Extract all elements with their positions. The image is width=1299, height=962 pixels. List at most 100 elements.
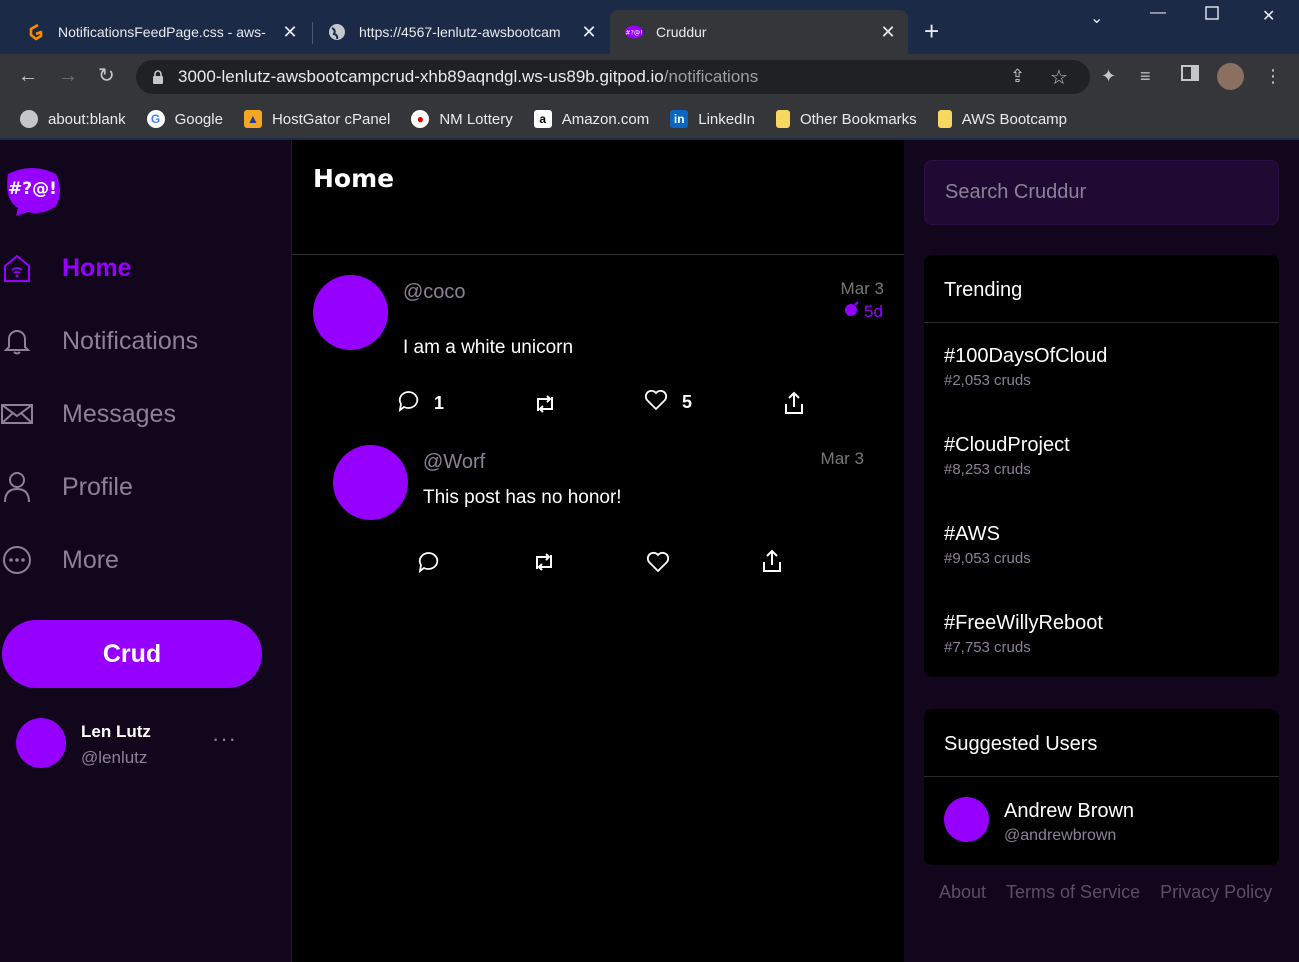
bookmark-star-icon[interactable]: ☆ bbox=[1050, 65, 1068, 90]
bookmark-linkedin[interactable]: in LinkedIn bbox=[670, 110, 755, 128]
trend-name: #FreeWillyReboot bbox=[944, 612, 1103, 634]
profile-card[interactable]: Len Lutz @lenlutz ··· bbox=[16, 718, 276, 772]
close-window-icon[interactable]: ✕ bbox=[1262, 6, 1275, 26]
trend-name: #100DaysOfCloud bbox=[944, 345, 1108, 367]
side-panel-icon[interactable] bbox=[1181, 64, 1199, 88]
activity-handle[interactable]: @coco bbox=[403, 281, 466, 304]
footer-links: About Terms of Service Privacy Policy bbox=[939, 882, 1292, 903]
avatar[interactable] bbox=[944, 797, 989, 842]
footer-link-about[interactable]: About bbox=[939, 882, 986, 903]
hostgator-icon: ▲ bbox=[243, 110, 262, 128]
bookmark-google[interactable]: G Google bbox=[146, 110, 223, 128]
profile-more-button[interactable]: ··· bbox=[212, 726, 237, 752]
share-icon bbox=[761, 549, 783, 578]
bookmark-aws-bootcamp[interactable]: AWS Bootcamp bbox=[937, 110, 1068, 128]
close-tab-icon[interactable]: ✕ bbox=[280, 22, 300, 43]
address-bar[interactable]: 3000-lenlutz-awsbootcampcrud-xhb89aqndgl… bbox=[136, 60, 1090, 94]
cruddur-logo[interactable]: #?@! bbox=[2, 166, 62, 216]
trending-item[interactable]: #CloudProject #8,253 cruds bbox=[944, 434, 1070, 478]
bookmark-label: about:blank bbox=[48, 110, 126, 128]
feed-column: Home @coco Mar 3 5d I am a white unicorn… bbox=[291, 140, 905, 962]
bookmark-amazon[interactable]: a Amazon.com bbox=[533, 110, 649, 128]
trend-count: #8,253 cruds bbox=[944, 461, 1031, 478]
url-path: /notifications bbox=[663, 67, 759, 86]
share-icon bbox=[783, 391, 805, 420]
sidebar-item-home[interactable]: Home bbox=[0, 248, 200, 288]
close-tab-icon[interactable]: ✕ bbox=[579, 22, 599, 43]
more-circle-icon bbox=[0, 543, 34, 577]
trend-count: #2,053 cruds bbox=[944, 372, 1031, 389]
person-icon bbox=[0, 470, 34, 504]
extensions-icon[interactable]: ✦ bbox=[1101, 64, 1116, 88]
browser-profile-avatar[interactable] bbox=[1217, 63, 1244, 90]
crud-button[interactable]: Crud bbox=[2, 620, 262, 688]
trend-count: #9,053 cruds bbox=[944, 550, 1031, 567]
suggested-user-name[interactable]: Andrew Brown bbox=[1004, 800, 1134, 823]
right-sidebar: Trending #100DaysOfCloud #2,053 cruds #C… bbox=[904, 140, 1299, 962]
search-input[interactable] bbox=[924, 160, 1279, 225]
amazon-icon: a bbox=[533, 110, 552, 128]
close-tab-icon[interactable]: ✕ bbox=[878, 22, 898, 43]
repost-button[interactable] bbox=[532, 551, 570, 578]
bomb-icon bbox=[844, 301, 860, 322]
trending-item[interactable]: #FreeWillyReboot #7,753 cruds bbox=[944, 612, 1103, 656]
folder-icon bbox=[937, 110, 952, 128]
avatar[interactable] bbox=[313, 275, 388, 350]
url-text: 3000-lenlutz-awsbootcampcrud-xhb89aqndgl… bbox=[178, 67, 758, 87]
bookmarks-bar: about:blank G Google ▲ HostGator cPanel … bbox=[0, 100, 1299, 138]
minimize-icon[interactable]: — bbox=[1150, 4, 1166, 22]
sidebar-item-label: Notifications bbox=[62, 326, 199, 355]
repost-button[interactable] bbox=[533, 393, 571, 420]
bookmark-hostgator[interactable]: ▲ HostGator cPanel bbox=[243, 110, 391, 128]
avatar bbox=[16, 718, 66, 768]
sidebar-item-more[interactable]: More bbox=[0, 540, 200, 580]
tab-title: https://4567-lenlutz-awsbootcam bbox=[359, 24, 561, 40]
reply-button[interactable] bbox=[418, 551, 454, 578]
like-button[interactable] bbox=[646, 551, 684, 578]
activity-date: Mar 3 bbox=[840, 279, 884, 298]
new-tab-icon[interactable]: + bbox=[924, 18, 939, 44]
activity-item-reply[interactable]: @Worf Mar 3 This post has no honor! bbox=[292, 425, 905, 585]
trend-count: #7,753 cruds bbox=[944, 639, 1031, 656]
maximize-icon[interactable] bbox=[1205, 6, 1219, 25]
share-icon[interactable]: ⇪ bbox=[1010, 66, 1025, 87]
trending-item[interactable]: #AWS #9,053 cruds bbox=[944, 523, 1031, 567]
browser-tab-3-active[interactable]: #?@! Cruddur ✕ bbox=[610, 10, 908, 54]
bookmark-label: AWS Bootcamp bbox=[961, 110, 1068, 128]
trending-title: Trending bbox=[944, 279, 1023, 301]
browser-tab-1[interactable]: NotificationsFeedPage.css - aws- ✕ bbox=[12, 10, 310, 54]
footer-link-privacy[interactable]: Privacy Policy bbox=[1160, 882, 1272, 903]
sidebar-item-notifications[interactable]: Notifications bbox=[0, 321, 220, 361]
activity-handle[interactable]: @Worf bbox=[423, 451, 485, 474]
avatar[interactable] bbox=[333, 445, 408, 520]
browser-tab-2[interactable]: https://4567-lenlutz-awsbootcam ✕ bbox=[313, 10, 609, 54]
browser-menu-icon[interactable]: ⋮ bbox=[1264, 64, 1282, 88]
back-icon[interactable]: ← bbox=[18, 64, 38, 88]
share-button[interactable] bbox=[783, 391, 805, 420]
trending-item[interactable]: #100DaysOfCloud #2,053 cruds bbox=[944, 345, 1107, 389]
like-button[interactable]: 5 bbox=[644, 389, 692, 416]
lock-icon bbox=[152, 70, 164, 84]
bookmark-nm-lottery[interactable]: ● NM Lottery bbox=[411, 110, 513, 128]
bookmark-other-bookmarks[interactable]: Other Bookmarks bbox=[775, 110, 917, 128]
sidebar-item-messages[interactable]: Messages bbox=[0, 394, 200, 434]
globe-icon bbox=[327, 22, 347, 42]
bookmark-label: HostGator cPanel bbox=[271, 110, 391, 128]
tab-search-icon[interactable]: ⌄ bbox=[1090, 8, 1103, 28]
bookmark-about-blank[interactable]: about:blank bbox=[20, 110, 126, 128]
browser-tab-bar: NotificationsFeedPage.css - aws- ✕ https… bbox=[0, 0, 1299, 54]
cruddur-app: #?@! Home Notifications Messages Profile bbox=[0, 140, 1299, 962]
share-button[interactable] bbox=[761, 549, 783, 578]
tab-title: NotificationsFeedPage.css - aws- bbox=[58, 24, 266, 40]
activity-expiry: 5d bbox=[844, 301, 883, 322]
suggested-users-panel: Suggested Users Andrew Brown @andrewbrow… bbox=[924, 709, 1279, 865]
forward-icon[interactable]: → bbox=[58, 64, 78, 88]
left-sidebar: #?@! Home Notifications Messages Profile bbox=[0, 140, 291, 962]
reply-button[interactable]: 1 bbox=[398, 390, 444, 417]
activity-item[interactable]: @coco Mar 3 5d I am a white unicorn 1 5 bbox=[292, 255, 905, 425]
media-queue-icon[interactable]: ≡ bbox=[1140, 64, 1151, 88]
suggested-user-handle[interactable]: @andrewbrown bbox=[1004, 827, 1116, 845]
sidebar-item-profile[interactable]: Profile bbox=[0, 467, 200, 507]
reload-icon[interactable]: ↻ bbox=[98, 64, 115, 88]
footer-link-terms[interactable]: Terms of Service bbox=[1006, 882, 1140, 903]
